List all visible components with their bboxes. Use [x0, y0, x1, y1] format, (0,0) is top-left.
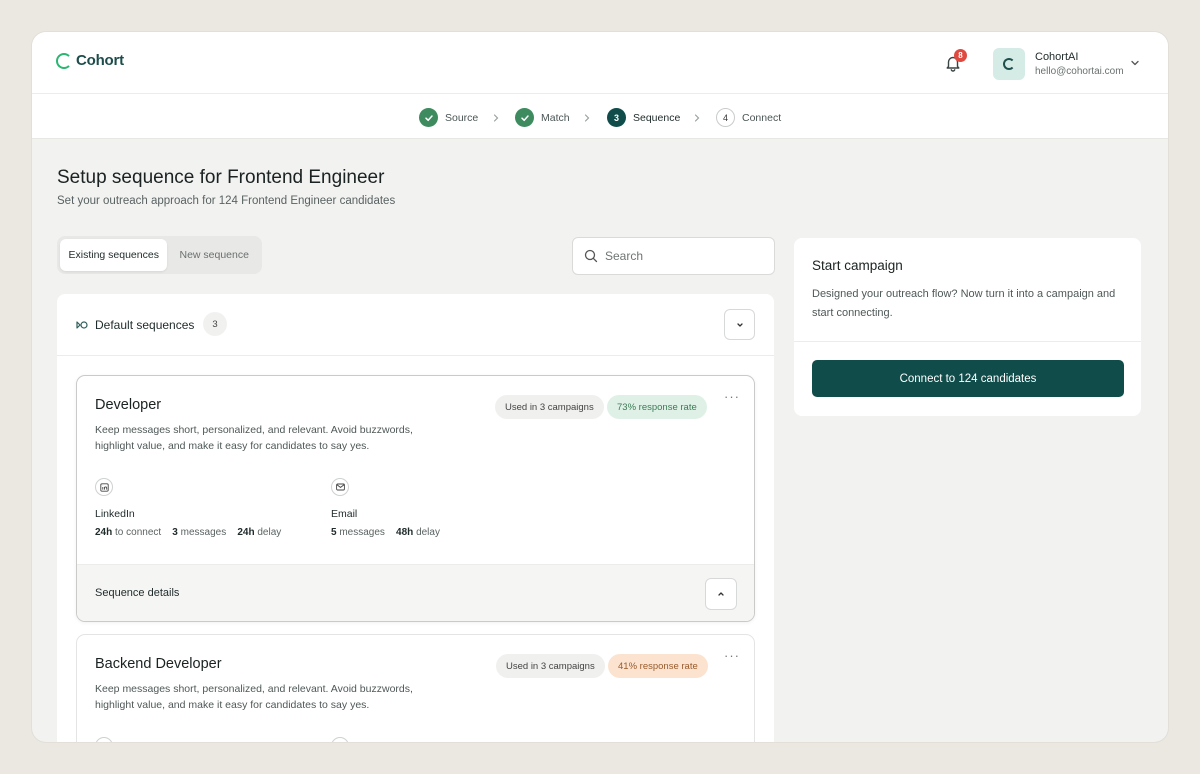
stat-value: 48h: [396, 527, 414, 538]
cohort-avatar-icon: [1003, 58, 1015, 70]
stat-unit: delay: [257, 527, 282, 538]
step-number: 4: [716, 108, 735, 127]
more-options-icon[interactable]: ···: [724, 649, 740, 662]
sequence-description: Keep messages short, personalized, and r…: [95, 424, 413, 452]
account-email: hello@cohortai.com: [1035, 66, 1124, 77]
chevron-up-icon: [718, 592, 724, 596]
logo[interactable]: Cohort: [56, 52, 124, 69]
connect-candidates-button[interactable]: Connect to 124 candidates: [812, 360, 1124, 397]
tab-existing-sequences[interactable]: Existing sequences: [60, 239, 168, 271]
step-label: Match: [541, 111, 570, 124]
stat-unit: delay: [416, 527, 440, 538]
channel-name: Email: [331, 508, 358, 520]
search-input[interactable]: [605, 249, 755, 263]
step-number: 3: [607, 108, 626, 127]
tab-new-sequence[interactable]: New sequence: [169, 239, 259, 271]
search-box[interactable]: [572, 237, 775, 275]
collapse-group-button[interactable]: [724, 309, 755, 340]
response-rate-badge: 73% response rate: [607, 395, 707, 419]
sequence-title: Backend Developer: [95, 656, 222, 672]
chevron-right-icon: [694, 114, 700, 122]
channel-stats: 24h to connect 3 messages 24h delay: [95, 527, 281, 538]
group-count-badge: 3: [203, 312, 227, 336]
top-bar: Cohort 8 CohortAI hello@cohortai.com: [32, 32, 1168, 94]
step-match[interactable]: Match: [515, 108, 570, 127]
channel-stats: 5 messages 48h delay: [331, 527, 440, 538]
sequence-details-label: Sequence details: [95, 587, 180, 599]
step-connect[interactable]: 4 Connect: [716, 108, 781, 127]
avatar[interactable]: [993, 48, 1025, 80]
account-name: CohortAI: [1035, 51, 1079, 63]
sequence-card-developer[interactable]: Developer Keep messages short, personali…: [76, 375, 755, 622]
check-icon: [515, 108, 534, 127]
step-source[interactable]: Source: [419, 108, 478, 127]
stat-value: 24h: [237, 527, 255, 538]
linkedin-icon: [95, 737, 113, 742]
chevron-right-icon: [493, 114, 499, 122]
notification-badge: 8: [954, 49, 967, 62]
brand-name: Cohort: [76, 52, 124, 69]
step-label: Source: [445, 111, 479, 124]
toggle-details-button[interactable]: [705, 578, 737, 610]
step-label: Sequence: [633, 111, 681, 124]
app-window: Cohort 8 CohortAI hello@cohortai.com Sou…: [32, 32, 1168, 742]
progress-stepper: Source Match 3 Sequence 4 Connect: [32, 94, 1168, 139]
chevron-right-icon: [584, 114, 590, 122]
sequence-group-icon: [76, 321, 88, 329]
start-campaign-card: Start campaign Designed your outreach fl…: [794, 238, 1141, 416]
sequence-card-backend-developer[interactable]: Backend Developer Keep messages short, p…: [76, 634, 755, 742]
check-icon: [419, 108, 438, 127]
chevron-down-icon: [736, 322, 743, 327]
stat-value: 24h: [95, 527, 113, 538]
chevron-down-icon[interactable]: [1129, 57, 1141, 69]
cohort-logo-icon: [56, 52, 72, 69]
stat-unit: messages: [339, 527, 385, 538]
usage-badge: Used in 3 campaigns: [496, 654, 605, 678]
campaign-description: Designed your outreach flow? Now turn it…: [812, 288, 1116, 319]
stat-value: 5: [331, 527, 337, 538]
channel-name: LinkedIn: [95, 508, 135, 520]
response-rate-badge: 41% response rate: [608, 654, 708, 678]
stat-unit: messages: [180, 527, 227, 538]
search-icon: [584, 249, 598, 263]
sequence-description: Keep messages short, personalized, and r…: [95, 683, 413, 711]
stat-unit: to connect: [115, 527, 162, 538]
stat-value: 3: [172, 527, 178, 538]
step-label: Connect: [742, 111, 782, 124]
page-title: Setup sequence for Frontend Engineer: [57, 167, 385, 188]
sequences-panel: Default sequences 3 Developer Keep messa…: [57, 294, 774, 742]
more-options-icon[interactable]: ···: [724, 390, 740, 403]
linkedin-icon: [95, 478, 113, 496]
default-sequences-header[interactable]: Default sequences 3: [57, 294, 774, 356]
sequence-details-row[interactable]: Sequence details: [77, 564, 754, 621]
usage-badge: Used in 3 campaigns: [495, 395, 604, 419]
mail-icon: [331, 478, 349, 496]
sequence-source-tabs: Existing sequences New sequence: [57, 236, 262, 274]
sequence-title: Developer: [95, 397, 162, 413]
group-title: Default sequences: [95, 318, 195, 332]
divider: [794, 341, 1141, 342]
mail-icon: [331, 737, 349, 742]
page-subtitle: Set your outreach approach for 124 Front…: [57, 195, 396, 207]
step-sequence[interactable]: 3 Sequence: [607, 108, 680, 127]
campaign-title: Start campaign: [812, 258, 903, 273]
